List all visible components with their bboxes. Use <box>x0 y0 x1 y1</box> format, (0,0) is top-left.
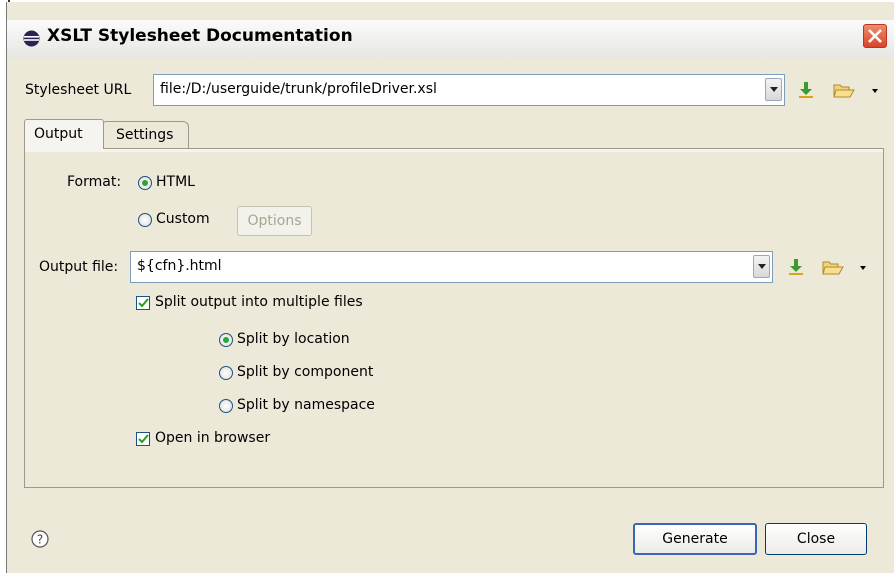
output-file-value: ${cfn}.html <box>137 258 222 274</box>
stylesheet-url-dropdown-button[interactable] <box>765 78 782 101</box>
close-icon <box>868 29 882 43</box>
generate-button[interactable]: Generate <box>633 523 757 555</box>
tab-output[interactable]: Output <box>24 119 104 149</box>
dialog-window: XSLT Stylesheet Documentation Stylesheet… <box>6 2 894 573</box>
format-label: Format: <box>67 174 122 190</box>
download-arrow-icon[interactable] <box>798 81 814 99</box>
tab-settings-label: Settings <box>116 127 174 143</box>
split-by-location-radio[interactable] <box>219 333 233 347</box>
open-in-browser-label[interactable]: Open in browser <box>155 430 270 446</box>
folder-menu-chevron-down-icon[interactable] <box>872 89 878 93</box>
open-folder-icon[interactable] <box>833 82 855 100</box>
split-by-component-radio[interactable] <box>219 366 233 380</box>
eclipse-icon <box>23 30 40 47</box>
download-arrow-icon[interactable] <box>788 258 804 276</box>
tab-settings[interactable]: Settings <box>103 121 189 149</box>
close-window-button[interactable] <box>863 24 887 48</box>
stylesheet-url-value: file:/D:/userguide/trunk/profileDriver.x… <box>160 81 437 97</box>
options-button[interactable]: Options <box>237 206 312 236</box>
close-button[interactable]: Close <box>765 523 867 555</box>
output-file-dropdown-button[interactable] <box>753 255 770 278</box>
output-file-label: Output file: <box>39 259 119 275</box>
svg-text:?: ? <box>37 533 43 547</box>
format-custom-label[interactable]: Custom <box>156 211 210 227</box>
split-output-label[interactable]: Split output into multiple files <box>155 294 363 310</box>
open-in-browser-checkbox[interactable] <box>136 432 150 446</box>
output-file-combo[interactable]: ${cfn}.html <box>130 251 773 283</box>
tab-output-label: Output <box>34 126 83 142</box>
checkmark-icon <box>138 298 149 308</box>
output-tab-panel <box>24 148 884 488</box>
split-by-namespace-radio[interactable] <box>219 399 233 413</box>
format-html-radio[interactable] <box>138 176 152 190</box>
options-button-label: Options <box>247 213 302 229</box>
close-button-label: Close <box>796 531 836 547</box>
checkmark-icon <box>138 434 149 444</box>
split-by-namespace-label[interactable]: Split by namespace <box>237 397 375 413</box>
format-html-label[interactable]: HTML <box>156 174 195 190</box>
stylesheet-url-label: Stylesheet URL <box>25 82 132 98</box>
help-icon[interactable]: ? <box>31 530 49 548</box>
stylesheet-url-combo[interactable]: file:/D:/userguide/trunk/profileDriver.x… <box>153 74 785 106</box>
split-by-location-label[interactable]: Split by location <box>237 331 350 347</box>
open-folder-icon[interactable] <box>822 259 844 277</box>
split-output-checkbox[interactable] <box>136 296 150 310</box>
generate-button-label: Generate <box>662 531 728 547</box>
folder-menu-chevron-down-icon[interactable] <box>860 266 866 270</box>
window-title: XSLT Stylesheet Documentation <box>47 26 353 46</box>
format-custom-radio[interactable] <box>138 213 152 227</box>
split-by-component-label[interactable]: Split by component <box>237 364 373 380</box>
